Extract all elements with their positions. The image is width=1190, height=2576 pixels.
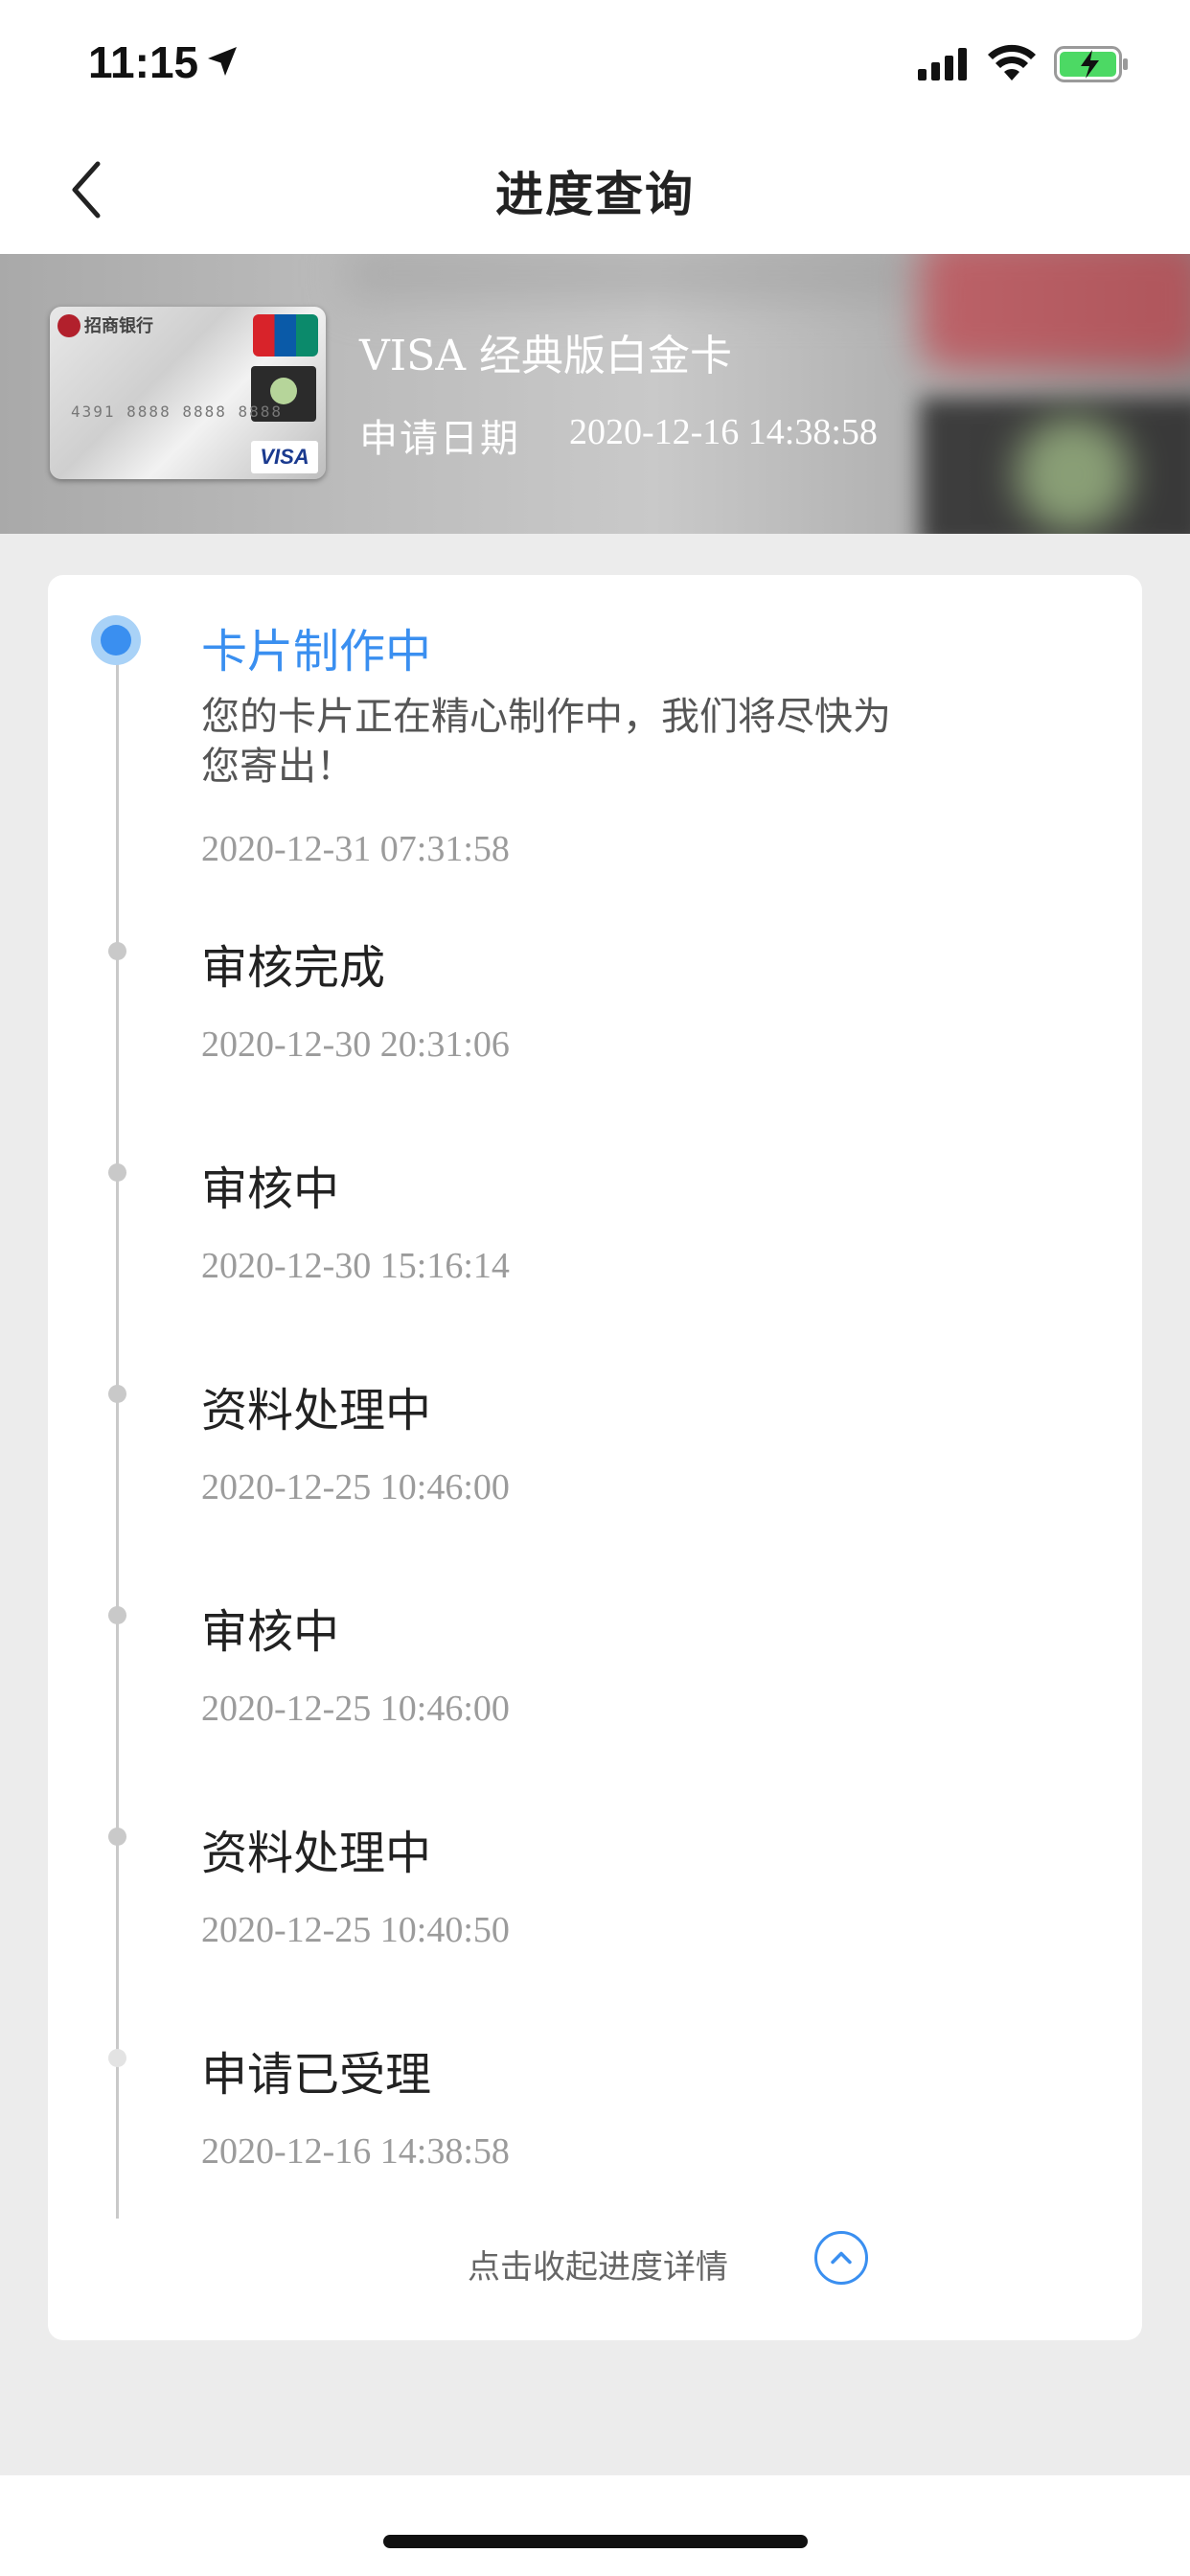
- step-time: 2020-12-30 15:16:14: [201, 1246, 510, 1286]
- wifi-icon: [988, 44, 1036, 80]
- card-product-name: VISA 经典版白金卡: [359, 332, 733, 380]
- step-time: 2020-12-25 10:46:00: [201, 1689, 510, 1729]
- unionpay-logo-icon: [253, 314, 318, 356]
- card-header-banner: 招商银行 4391 8888 8888 8888 VISA VISA 经典版白金…: [0, 254, 1190, 534]
- apply-date-value: 2020-12-16 14:38:58: [569, 412, 878, 452]
- timeline-dot: [108, 1163, 126, 1182]
- step-title: 申请已受理: [201, 2048, 432, 2102]
- home-indicator-area: [0, 2475, 1190, 2576]
- step-title: 审核中: [201, 1162, 340, 1216]
- credit-card-image: 招商银行 4391 8888 8888 8888 VISA: [50, 307, 326, 479]
- step-time: 2020-12-25 10:40:50: [201, 1910, 510, 1950]
- cellular-signal-icon: [918, 48, 967, 80]
- step-title: 审核完成: [201, 941, 386, 995]
- step-title: 审核中: [201, 1605, 340, 1659]
- timeline-dot: [108, 2049, 126, 2067]
- location-arrow-icon: [208, 47, 237, 76]
- battery-charging-icon: [1054, 46, 1128, 82]
- timeline-dot: [108, 1606, 126, 1624]
- timeline-line: [116, 640, 119, 2219]
- step-time: 2020-12-30 20:31:06: [201, 1024, 510, 1065]
- step-description: 您的卡片正在精心制作中，我们将尽快为您寄出！: [201, 695, 891, 789]
- step-time: 2020-12-25 10:46:00: [201, 1467, 510, 1507]
- step-time: 2020-12-31 07:31:58: [201, 829, 510, 869]
- collapse-details-link[interactable]: 点击收起进度详情: [468, 2241, 728, 2288]
- bank-logo-icon: [57, 314, 80, 337]
- status-bar: 11:15: [0, 0, 1190, 129]
- visa-logo-icon: VISA: [251, 441, 318, 473]
- status-time: 11:15: [88, 37, 199, 87]
- home-indicator[interactable]: [383, 2535, 808, 2548]
- nav-bar: 进度查询: [0, 129, 1190, 254]
- timeline-dot-current: [91, 615, 141, 665]
- step-time: 2020-12-16 14:38:58: [201, 2131, 510, 2172]
- step-title: 卡片制作中: [201, 625, 432, 678]
- timeline-dot: [108, 942, 126, 960]
- page-title: 进度查询: [495, 167, 695, 222]
- collapse-chevron-up-icon[interactable]: [814, 2231, 868, 2285]
- step-title: 资料处理中: [201, 1384, 432, 1438]
- timeline-dot: [108, 1828, 126, 1846]
- apply-date-label: 申请日期: [359, 417, 520, 461]
- step-title: 资料处理中: [201, 1827, 432, 1880]
- timeline-dot: [108, 1385, 126, 1403]
